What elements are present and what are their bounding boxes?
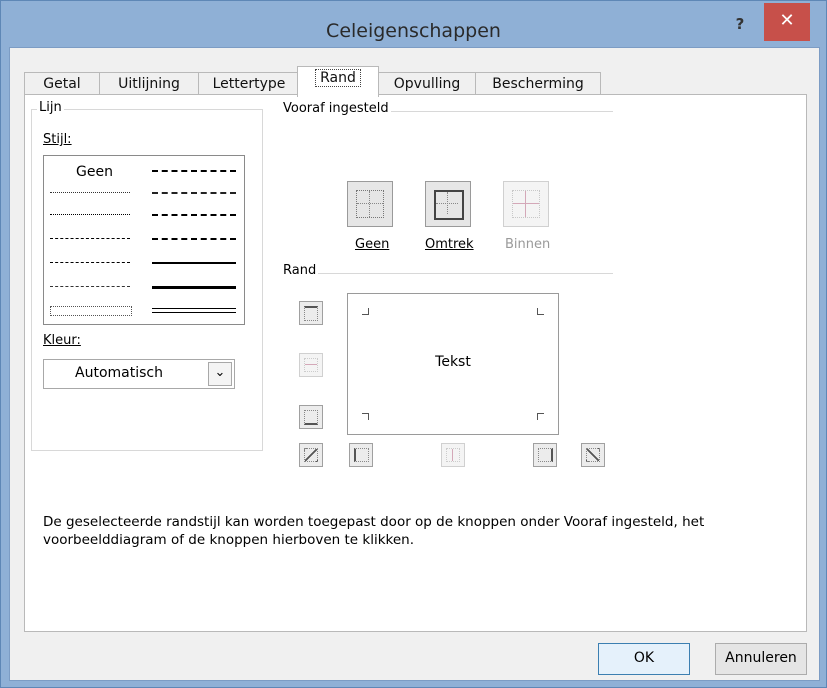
line-style-thin-selected[interactable]	[50, 306, 132, 316]
border-bottom-button[interactable]	[299, 405, 323, 429]
diagonal-down-icon	[586, 448, 600, 462]
line-style-double[interactable]	[152, 308, 236, 313]
border-inside-vertical-icon	[446, 448, 460, 462]
border-top-button[interactable]	[299, 301, 323, 325]
border-inside-horizontal-icon	[304, 358, 318, 372]
line-style-medium-dash-dot-dot[interactable]	[152, 170, 236, 172]
description-text: De geselecteerde randstijl kan worden to…	[43, 514, 705, 548]
preview-corner-top-right	[537, 308, 544, 315]
preview-corner-bottom-left	[362, 413, 369, 420]
border-separator	[287, 273, 613, 274]
border-diagonal-down-button[interactable]	[581, 443, 605, 467]
preset-none-label: Geen	[355, 237, 390, 252]
line-style-medium[interactable]	[152, 262, 236, 264]
border-none-icon	[356, 190, 384, 218]
line-style-thick[interactable]	[152, 286, 236, 289]
tab-rand[interactable]: Rand	[297, 66, 379, 97]
line-style-dash-dot-dot[interactable]	[50, 238, 130, 239]
line-style-slanted-dash-dot[interactable]	[152, 192, 236, 194]
ok-button[interactable]: OK	[598, 643, 690, 675]
dialog-title: Celeigenschappen	[326, 20, 501, 42]
line-style-list[interactable]: Geen	[43, 155, 245, 325]
preset-none-button[interactable]	[347, 181, 393, 227]
preset-outline-label: Omtrek	[425, 237, 474, 252]
line-style-none[interactable]: Geen	[76, 164, 113, 180]
line-style-hair[interactable]	[50, 192, 130, 193]
preset-inside-label: Binnen	[505, 237, 551, 252]
border-inside-icon	[512, 190, 540, 218]
line-style-dotted[interactable]	[50, 214, 130, 215]
border-inside-horizontal-button[interactable]	[299, 353, 323, 377]
line-style-medium-dashed[interactable]	[152, 238, 236, 240]
line-group-legend: Lijn	[37, 100, 64, 115]
presets-legend: Vooraf ingesteld	[281, 101, 391, 116]
preview-corner-top-left	[362, 308, 369, 315]
line-style-dashed[interactable]	[50, 286, 130, 287]
border-diagonal-up-button[interactable]	[299, 443, 323, 467]
close-button[interactable]: ✕	[764, 3, 810, 41]
border-bottom-icon	[304, 410, 318, 425]
border-left-icon	[354, 448, 369, 462]
border-left-button[interactable]	[349, 443, 373, 467]
line-style-dash-dot[interactable]	[50, 262, 130, 263]
preset-outline-button[interactable]	[425, 181, 471, 227]
preset-inside-button[interactable]	[503, 181, 549, 227]
close-icon: ✕	[779, 10, 795, 31]
border-right-icon	[538, 448, 553, 462]
border-top-icon	[304, 306, 318, 321]
diagonal-up-icon	[304, 448, 318, 462]
border-legend: Rand	[281, 263, 319, 278]
border-outline-icon	[434, 190, 464, 220]
tab-rand-label: Rand	[315, 69, 361, 87]
border-right-button[interactable]	[533, 443, 557, 467]
cancel-button[interactable]: Annuleren	[715, 643, 807, 675]
color-label: Kleur:	[43, 333, 81, 348]
border-preview[interactable]: Tekst	[347, 293, 559, 435]
style-label: Stijl:	[43, 132, 72, 147]
border-inside-vertical-button[interactable]	[441, 443, 465, 467]
preview-corner-bottom-right	[537, 413, 544, 420]
color-dropdown-value: Automatisch	[75, 365, 163, 381]
dialog-body: Getal Uitlijning Lettertype Rand Opvulli…	[9, 47, 820, 681]
line-style-medium-dash-dot[interactable]	[152, 214, 236, 216]
dialog-window: Celeigenschappen ? ✕ Getal Uitlijning Le…	[0, 0, 827, 688]
help-button[interactable]: ?	[728, 15, 752, 37]
tab-panel-rand: Lijn Stijl: Geen Kleur: Automatisch ⌄ Vo…	[24, 94, 807, 632]
chevron-down-icon[interactable]: ⌄	[208, 362, 232, 386]
preview-text: Tekst	[435, 354, 471, 370]
color-dropdown[interactable]: Automatisch ⌄	[43, 359, 235, 389]
